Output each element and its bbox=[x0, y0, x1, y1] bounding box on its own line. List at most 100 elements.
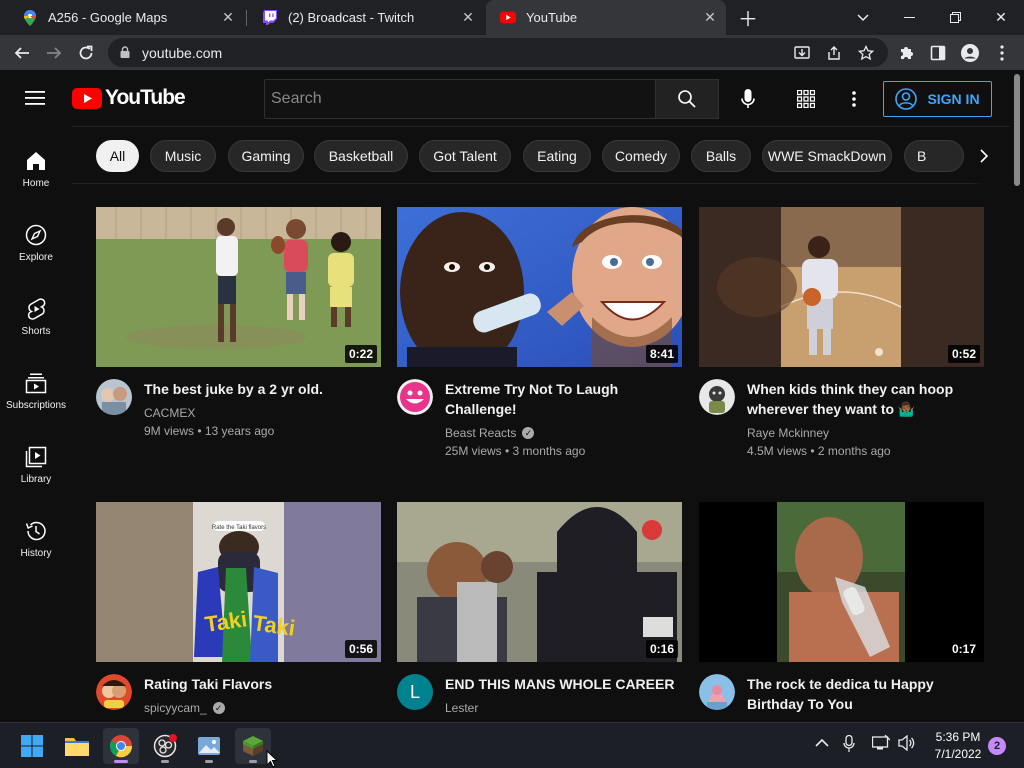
sidebar-item-explore[interactable]: Explore bbox=[0, 208, 72, 282]
video-duration: 8:41 bbox=[645, 345, 678, 363]
running-indicator bbox=[249, 760, 257, 763]
taskbar-obs[interactable] bbox=[147, 728, 183, 764]
forward-arrow-icon[interactable] bbox=[40, 39, 68, 67]
channel-name[interactable]: Raye Mckinney bbox=[747, 426, 829, 440]
video-thumbnail[interactable]: 0:22 bbox=[96, 207, 381, 367]
sign-in-button[interactable]: SIGN IN bbox=[883, 81, 992, 117]
sidebar-item-history[interactable]: History bbox=[0, 504, 72, 578]
search-input[interactable] bbox=[271, 90, 655, 108]
chrome-menu-icon[interactable] bbox=[988, 39, 1016, 67]
bookmark-star-icon[interactable] bbox=[852, 39, 880, 67]
install-app-icon[interactable] bbox=[788, 39, 816, 67]
tab-title: A256 - Google Maps bbox=[48, 10, 168, 25]
channel-avatar[interactable]: L bbox=[397, 674, 433, 710]
video-card[interactable]: 0:52 When kids think they can hoop where… bbox=[699, 207, 984, 467]
channel-name[interactable]: CACMEX bbox=[144, 406, 195, 420]
reload-icon[interactable] bbox=[72, 39, 100, 67]
tab-youtube[interactable]: YouTube ✕ bbox=[486, 0, 726, 35]
scrollbar-thumb[interactable] bbox=[1014, 74, 1020, 186]
chip-eating[interactable]: Eating bbox=[523, 140, 591, 172]
video-title[interactable]: The rock te dedica tu Happy Birthday To … bbox=[747, 674, 983, 714]
chip-got-talent[interactable]: Got Talent bbox=[419, 140, 511, 172]
voice-search-button[interactable] bbox=[728, 79, 768, 119]
chip-partial[interactable]: B bbox=[904, 140, 964, 172]
channel-name[interactable]: Lester bbox=[445, 701, 478, 715]
video-title[interactable]: END THIS MANS WHOLE CAREER bbox=[445, 674, 681, 694]
profile-avatar-icon[interactable] bbox=[956, 39, 984, 67]
start-button[interactable] bbox=[14, 728, 50, 764]
video-card[interactable]: Rate the Taki flavors Taki Taki 0:56 Rat… bbox=[96, 502, 381, 722]
chip-balls[interactable]: Balls bbox=[691, 140, 751, 172]
chip-wwe-smackdown[interactable]: WWE SmackDown bbox=[762, 140, 892, 172]
apps-grid-button[interactable] bbox=[786, 83, 826, 115]
channel-avatar[interactable] bbox=[699, 674, 735, 710]
video-title[interactable]: Extreme Try Not To Laugh Challenge! bbox=[445, 379, 681, 419]
channel-name[interactable]: Beast Reacts ✓ bbox=[445, 426, 535, 440]
video-card[interactable]: 0:16 L END THIS MANS WHOLE CAREER Lester bbox=[397, 502, 682, 722]
share-icon[interactable] bbox=[820, 39, 848, 67]
chip-basketball[interactable]: Basketball bbox=[314, 140, 408, 172]
close-tab-icon[interactable]: ✕ bbox=[702, 9, 718, 25]
search-button[interactable] bbox=[655, 79, 719, 119]
side-panel-icon[interactable] bbox=[924, 39, 952, 67]
page-scrollbar[interactable] bbox=[1010, 70, 1024, 722]
tab-twitch[interactable]: (2) Broadcast - Twitch ✕ bbox=[248, 0, 484, 35]
browser-toolbar: youtube.com bbox=[0, 35, 1024, 70]
video-thumbnail[interactable]: 8:41 bbox=[397, 207, 682, 367]
tab-google-maps[interactable]: A256 - Google Maps ✕ bbox=[8, 0, 244, 35]
sign-in-label: SIGN IN bbox=[927, 91, 980, 107]
extensions-puzzle-icon[interactable] bbox=[892, 39, 920, 67]
channel-name[interactable]: spicyycam_ ✓ bbox=[144, 701, 225, 715]
chip-gaming[interactable]: Gaming bbox=[228, 140, 304, 172]
network-icon[interactable] bbox=[871, 734, 891, 754]
sidebar-item-shorts[interactable]: Shorts bbox=[0, 282, 72, 356]
channel-name-text: spicyycam_ bbox=[144, 701, 207, 715]
channel-avatar[interactable] bbox=[699, 379, 735, 415]
settings-more-button[interactable] bbox=[836, 83, 872, 115]
video-title[interactable]: The best juke by a 2 yr old. bbox=[144, 379, 380, 399]
chip-all[interactable]: All bbox=[96, 140, 139, 172]
apps-grid-icon bbox=[797, 90, 815, 108]
video-card[interactable]: 0:17 The rock te dedica tu Happy Birthda… bbox=[699, 502, 984, 722]
minimize-icon[interactable] bbox=[886, 0, 932, 35]
tab-separator bbox=[246, 10, 247, 26]
volume-icon[interactable] bbox=[898, 734, 916, 754]
video-title[interactable]: Rating Taki Flavors bbox=[144, 674, 380, 694]
address-bar[interactable]: youtube.com bbox=[108, 38, 888, 67]
video-duration: 0:52 bbox=[947, 345, 980, 363]
close-tab-icon[interactable]: ✕ bbox=[220, 9, 236, 25]
chip-music[interactable]: Music bbox=[150, 140, 216, 172]
taskbar-file-explorer[interactable] bbox=[59, 728, 95, 764]
channel-avatar[interactable] bbox=[397, 379, 433, 415]
chips-next-button[interactable] bbox=[968, 140, 1000, 172]
video-thumbnail[interactable]: 0:17 bbox=[699, 502, 984, 662]
sidebar-item-library[interactable]: Library bbox=[0, 430, 72, 504]
system-clock[interactable]: 5:36 PM 7/1/2022 bbox=[928, 729, 988, 763]
taskbar-chrome[interactable] bbox=[103, 728, 139, 764]
sidebar-item-home[interactable]: Home bbox=[0, 134, 72, 208]
hamburger-menu-icon[interactable] bbox=[22, 86, 48, 110]
youtube-logo[interactable]: YouTube bbox=[72, 86, 186, 110]
search-box[interactable] bbox=[264, 79, 656, 119]
channel-avatar[interactable] bbox=[96, 674, 132, 710]
tab-search-chevron-icon[interactable] bbox=[840, 0, 886, 35]
chip-comedy[interactable]: Comedy bbox=[602, 140, 680, 172]
taskbar-photos[interactable] bbox=[191, 728, 227, 764]
close-tab-icon[interactable]: ✕ bbox=[460, 9, 476, 25]
video-thumbnail[interactable]: 0:16 bbox=[397, 502, 682, 662]
close-window-icon[interactable]: ✕ bbox=[978, 0, 1024, 35]
back-arrow-icon[interactable] bbox=[8, 39, 36, 67]
channel-avatar[interactable] bbox=[96, 379, 132, 415]
restore-icon[interactable] bbox=[932, 0, 978, 35]
video-title[interactable]: When kids think they can hoop wherever t… bbox=[747, 379, 983, 419]
video-thumbnail[interactable]: 0:52 bbox=[699, 207, 984, 367]
microphone-tray-icon[interactable] bbox=[843, 734, 855, 756]
notification-badge[interactable]: 2 bbox=[988, 737, 1006, 755]
video-card[interactable]: 0:22 The best juke by a 2 yr old. CACMEX… bbox=[96, 207, 381, 467]
account-circle-icon bbox=[895, 88, 918, 110]
video-card[interactable]: 8:41 Extreme Try Not To Laugh Challenge!… bbox=[397, 207, 682, 467]
video-thumbnail[interactable]: Rate the Taki flavors Taki Taki 0:56 bbox=[96, 502, 381, 662]
new-tab-button[interactable]: ＋ bbox=[728, 0, 768, 35]
sidebar-item-subscriptions[interactable]: Subscriptions bbox=[0, 356, 72, 430]
show-hidden-icons-chevron-icon[interactable] bbox=[815, 736, 829, 751]
